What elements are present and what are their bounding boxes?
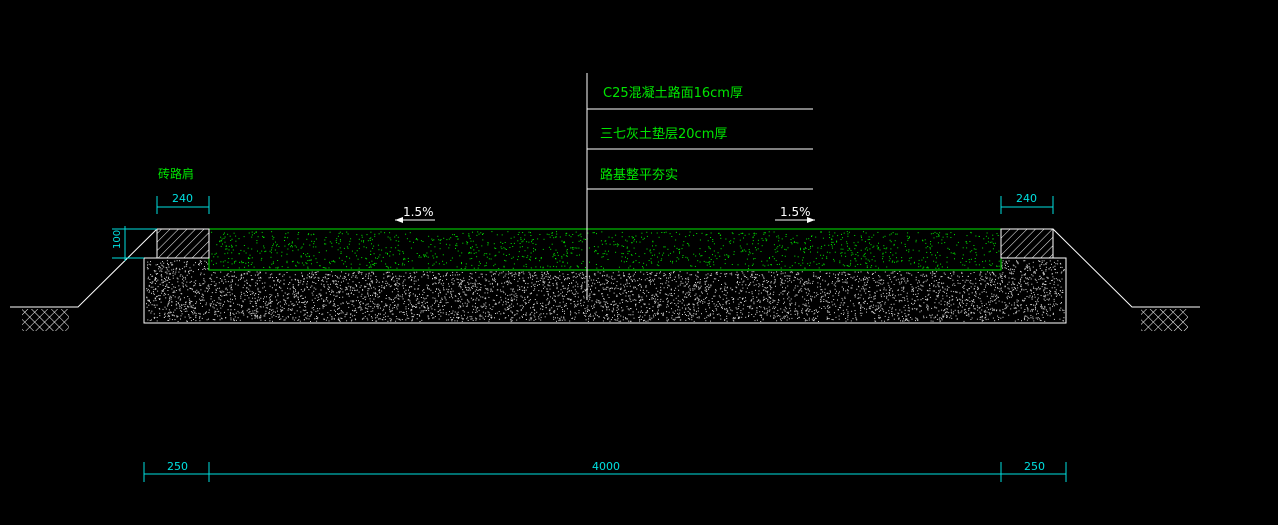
dim-bottom-right-value: 250 [1024, 460, 1045, 473]
dim-shoulder-height-value: 100 [112, 230, 123, 249]
slope-arrowhead-right [807, 217, 815, 223]
road-cross-section-drawing: C25混凝土路面16cm厚 三七灰土垫层20cm厚 路基整平夯实 砖路肩 1.5… [10, 73, 1200, 482]
brick-shoulder-left [156, 228, 210, 259]
side-slope-left [10, 228, 158, 308]
layer-label-concrete: C25混凝土路面16cm厚 [603, 85, 743, 101]
dim-shoulder-right-value: 240 [1016, 192, 1037, 205]
slope-label-left: 1.5% [403, 205, 434, 219]
slope-label-right: 1.5% [780, 205, 811, 219]
dim-bottom-center-value: 4000 [592, 460, 620, 473]
side-slope-right [1052, 228, 1200, 308]
layer-label-subgrade: 路基整平夯实 [600, 167, 678, 183]
shoulder-label: 砖路肩 [158, 166, 194, 181]
dim-shoulder-left-value: 240 [172, 192, 193, 205]
slope-arrowhead-left [395, 217, 403, 223]
dim-bottom-left-value: 250 [167, 460, 188, 473]
concrete-pavement-layer [208, 228, 1002, 271]
brick-shoulder-right [1000, 228, 1054, 259]
ground-hatch-left [22, 309, 69, 331]
layer-label-lime-soil: 三七灰土垫层20cm厚 [600, 126, 727, 142]
ground-hatch-right [1141, 309, 1188, 331]
